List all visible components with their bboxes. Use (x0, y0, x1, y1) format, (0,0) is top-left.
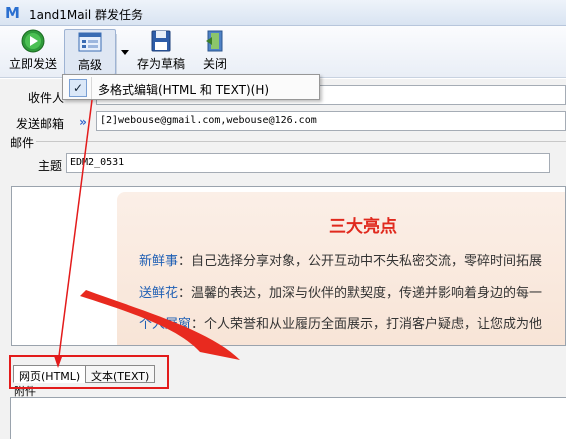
exit-door-icon (206, 30, 223, 52)
window-title: 1and1Mail 群发任务 (29, 8, 144, 22)
send-now-button[interactable]: 立即发送 (6, 29, 60, 75)
menu-item-multi-format[interactable]: 多格式编辑(HTML 和 TEXT)(H) (98, 81, 269, 98)
menu-separator (91, 77, 92, 99)
toolbar: 立即发送 高级 存为草稿 关闭 (0, 26, 566, 78)
advanced-label: 高级 (77, 58, 102, 72)
close-button[interactable]: 关闭 (192, 29, 238, 75)
group-divider (36, 141, 566, 142)
title-bar: M 1and1Mail 群发任务 (0, 0, 566, 26)
recipient-label: 收件人 (28, 91, 65, 105)
html-editor[interactable]: 三大亮点 新鲜事：自己选择分享对象，公开互动中不失私密交流，零碎时间拓展 送鲜花… (11, 186, 566, 346)
subject-label: 主题 (38, 159, 63, 173)
play-icon (21, 29, 45, 53)
content-line-1: 新鲜事：自己选择分享对象，公开互动中不失私密交流，零碎时间拓展 (139, 254, 543, 269)
mail-group-label: 邮件 (10, 136, 35, 150)
annotation-highlight-box (9, 355, 169, 389)
settings-panel-icon (78, 32, 102, 52)
checkmark-icon: ✓ (69, 79, 87, 97)
app-logo-icon: M (5, 4, 20, 22)
advanced-button[interactable]: 高级 (64, 29, 116, 75)
floppy-disk-icon (151, 30, 171, 52)
sender-label: 发送邮箱 (16, 117, 65, 131)
chevron-down-icon (121, 50, 129, 55)
save-draft-label: 存为草稿 (136, 57, 185, 71)
advanced-dropdown-button[interactable] (116, 34, 132, 74)
attachment-area[interactable] (10, 397, 566, 439)
editor-content-card: 三大亮点 新鲜事：自己选择分享对象，公开互动中不失私密交流，零碎时间拓展 送鲜花… (117, 192, 565, 345)
content-line-2: 送鲜花：温馨的表达，加深与伙伴的默契度，传递并影响着身边的每一 (139, 286, 543, 301)
advanced-dropdown-menu: ✓ 多格式编辑(HTML 和 TEXT)(H) (62, 74, 320, 100)
content-line-3: 个人展窗：个人荣誉和从业履历全面展示，打消客户疑虑，让您成为他 (139, 317, 543, 332)
close-label: 关闭 (202, 57, 227, 71)
save-draft-button[interactable]: 存为草稿 (136, 29, 186, 75)
sender-field[interactable]: [2]webouse@gmail.com,webouse@126.com (96, 111, 566, 131)
subject-field[interactable]: EDM2_0531 (66, 153, 550, 173)
send-now-label: 立即发送 (8, 57, 57, 71)
expand-double-chevron-icon[interactable]: » (75, 114, 91, 130)
content-headline: 三大亮点 (329, 217, 397, 237)
